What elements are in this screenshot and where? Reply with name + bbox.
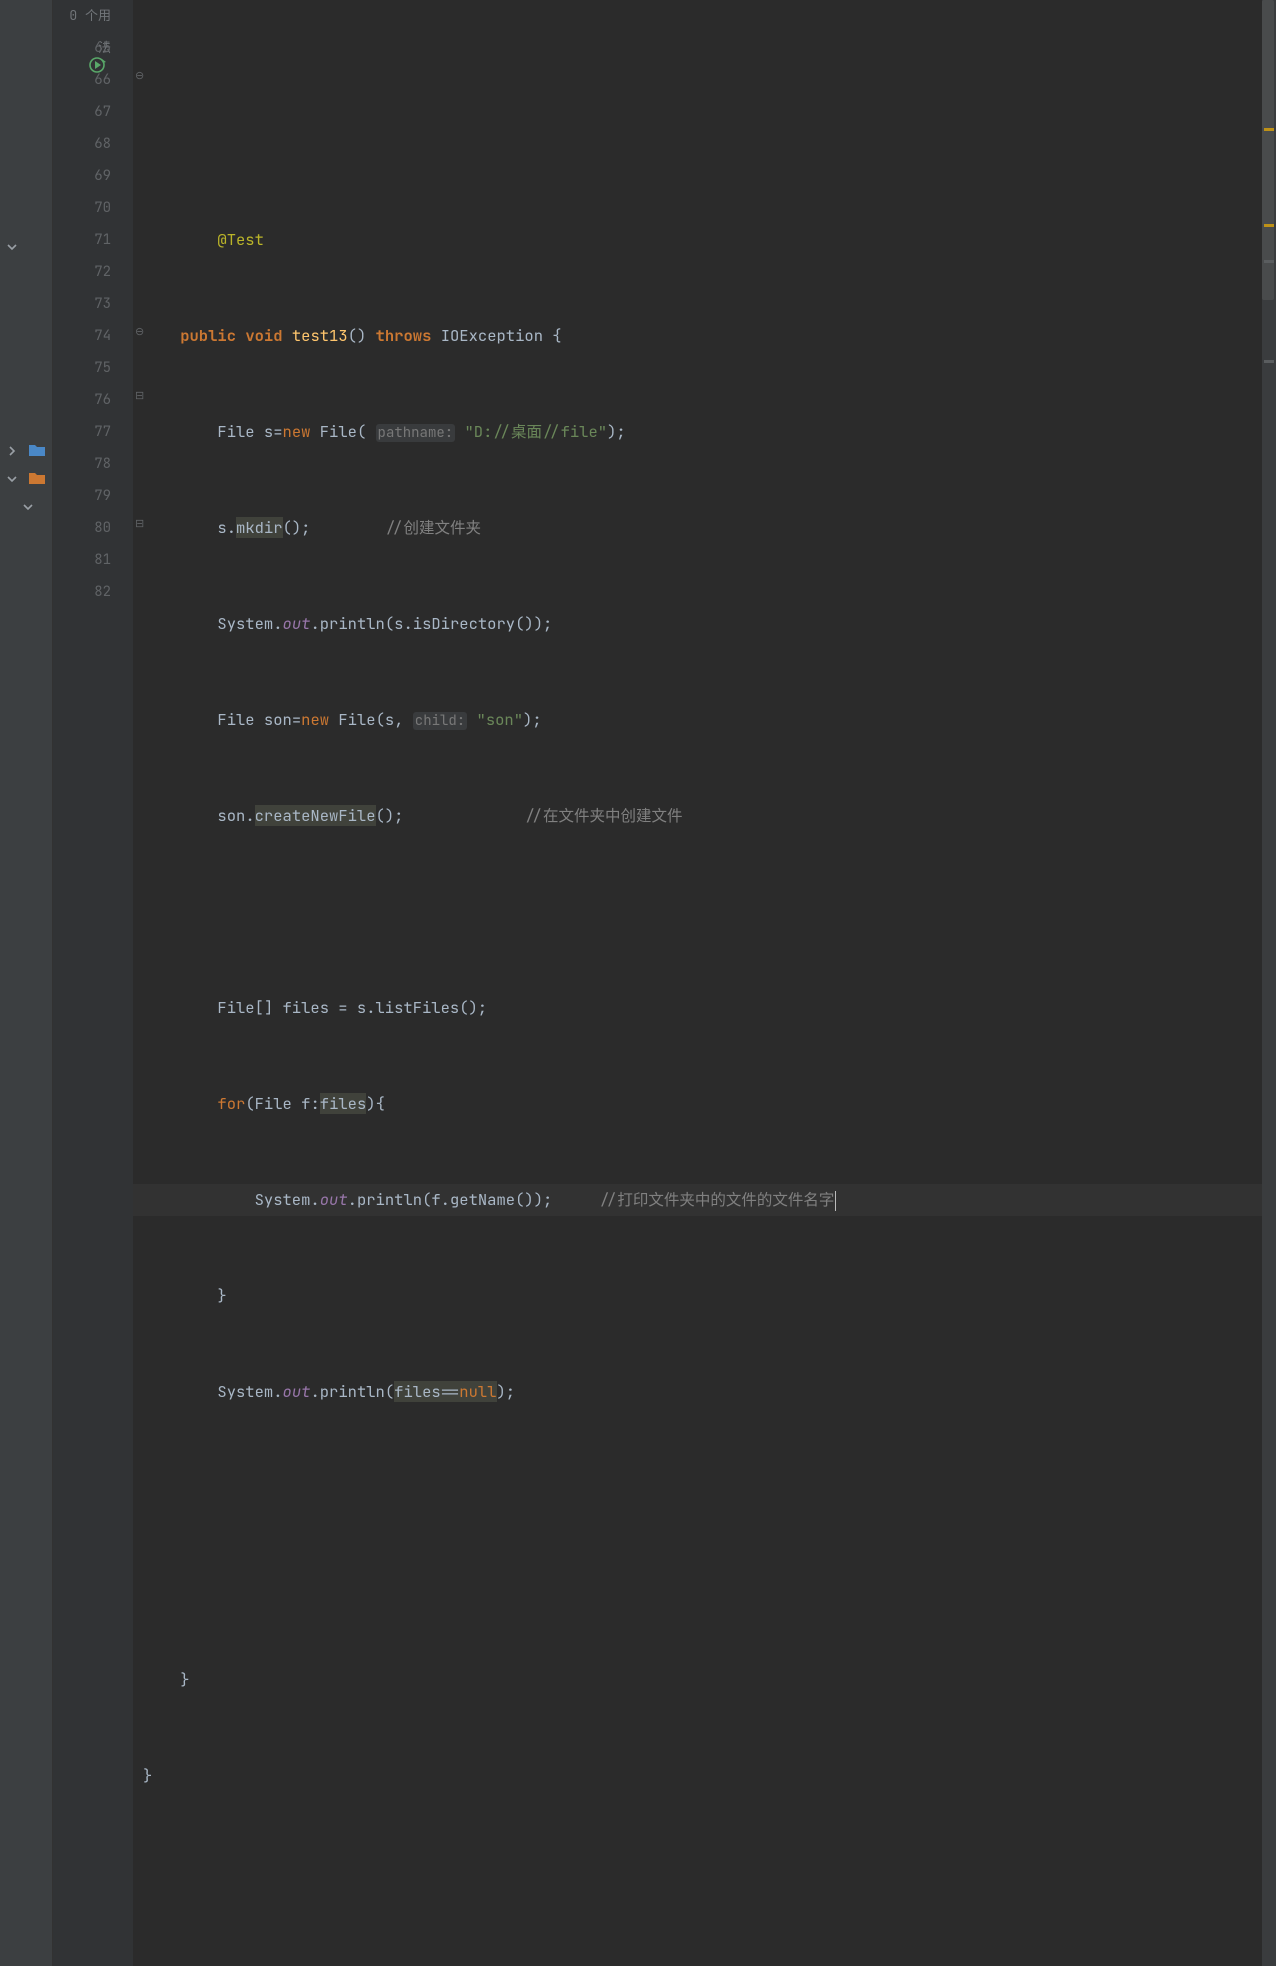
- caret: [835, 1191, 836, 1211]
- line-number[interactable]: 69: [53, 160, 111, 192]
- folder-icon[interactable]: [28, 442, 46, 462]
- code-line[interactable]: public void test13() throws IOException …: [133, 320, 1276, 352]
- code-line[interactable]: [133, 128, 1276, 160]
- hint-marker[interactable]: [1264, 360, 1274, 363]
- code-line[interactable]: [133, 1856, 1276, 1888]
- code-line[interactable]: for(File f:files){: [133, 1088, 1276, 1120]
- fold-collapse-icon[interactable]: ⊖: [135, 60, 144, 92]
- chevron-down-icon[interactable]: [6, 238, 18, 250]
- line-number[interactable]: 74: [53, 320, 111, 352]
- line-number[interactable]: 79: [53, 480, 111, 512]
- code-line[interactable]: File s=new File( pathname: "D://桌面//file…: [133, 416, 1276, 448]
- line-gutter[interactable]: 0 个用法 65 66 67 68 69 70 71 72 73 74 75 7…: [53, 0, 133, 1966]
- chevron-down-icon[interactable]: [22, 498, 34, 510]
- code-line[interactable]: son.createNewFile(); //在文件夹中创建文件: [133, 800, 1276, 832]
- code-line[interactable]: }: [133, 1760, 1276, 1792]
- line-number[interactable]: 82: [53, 576, 111, 608]
- chevron-down-icon[interactable]: [6, 470, 18, 482]
- run-test-icon[interactable]: [89, 55, 109, 87]
- warning-marker[interactable]: [1264, 224, 1274, 227]
- line-number[interactable]: 75: [53, 352, 111, 384]
- hint-marker[interactable]: [1264, 260, 1274, 263]
- line-number[interactable]: 73: [53, 288, 111, 320]
- code-line[interactable]: [133, 1472, 1276, 1504]
- code-line[interactable]: [133, 896, 1276, 928]
- code-line[interactable]: System.out.println(s.isDirectory());: [133, 608, 1276, 640]
- line-number[interactable]: 68: [53, 128, 111, 160]
- code-line[interactable]: }: [133, 1664, 1276, 1696]
- line-number[interactable]: 80: [53, 512, 111, 544]
- code-line[interactable]: [133, 1568, 1276, 1600]
- code-line[interactable]: File son=new File(s, child: "son");: [133, 704, 1276, 736]
- line-number[interactable]: 67: [53, 96, 111, 128]
- fold-expand-icon[interactable]: ⊟: [135, 380, 144, 412]
- line-number[interactable]: 72: [53, 256, 111, 288]
- code-line[interactable]: System.out.println(files==null);: [133, 1376, 1276, 1408]
- warning-marker[interactable]: [1264, 128, 1274, 131]
- editor-area: 0 个用法 65 66 67 68 69 70 71 72 73 74 75 7…: [0, 0, 1276, 1966]
- line-number[interactable]: 77: [53, 416, 111, 448]
- chevron-right-icon[interactable]: [6, 442, 18, 454]
- scrollbar-thumb[interactable]: [1262, 0, 1274, 300]
- code-line[interactable]: @Test: [133, 224, 1276, 256]
- line-number[interactable]: 78: [53, 448, 111, 480]
- line-number[interactable]: 71: [53, 224, 111, 256]
- code-line[interactable]: s.mkdir(); //创建文件夹: [133, 512, 1276, 544]
- code-line[interactable]: }: [133, 1280, 1276, 1312]
- project-strip[interactable]: [0, 0, 53, 1966]
- code-line-current[interactable]: System.out.println(f.getName()); //打印文件夹…: [133, 1184, 1276, 1216]
- editor-marker-strip[interactable]: [1262, 0, 1276, 1966]
- code-line[interactable]: File[] files = s.listFiles();: [133, 992, 1276, 1024]
- line-number[interactable]: 76: [53, 384, 111, 416]
- folder-root-icon[interactable]: [28, 470, 46, 490]
- line-number[interactable]: 81: [53, 544, 111, 576]
- code-editor[interactable]: ⊖ ⊖ ⊟ ⊟ @Test public void test13() throw…: [133, 0, 1276, 1966]
- line-number[interactable]: 70: [53, 192, 111, 224]
- line-number[interactable]: 0 个用法: [53, 0, 111, 32]
